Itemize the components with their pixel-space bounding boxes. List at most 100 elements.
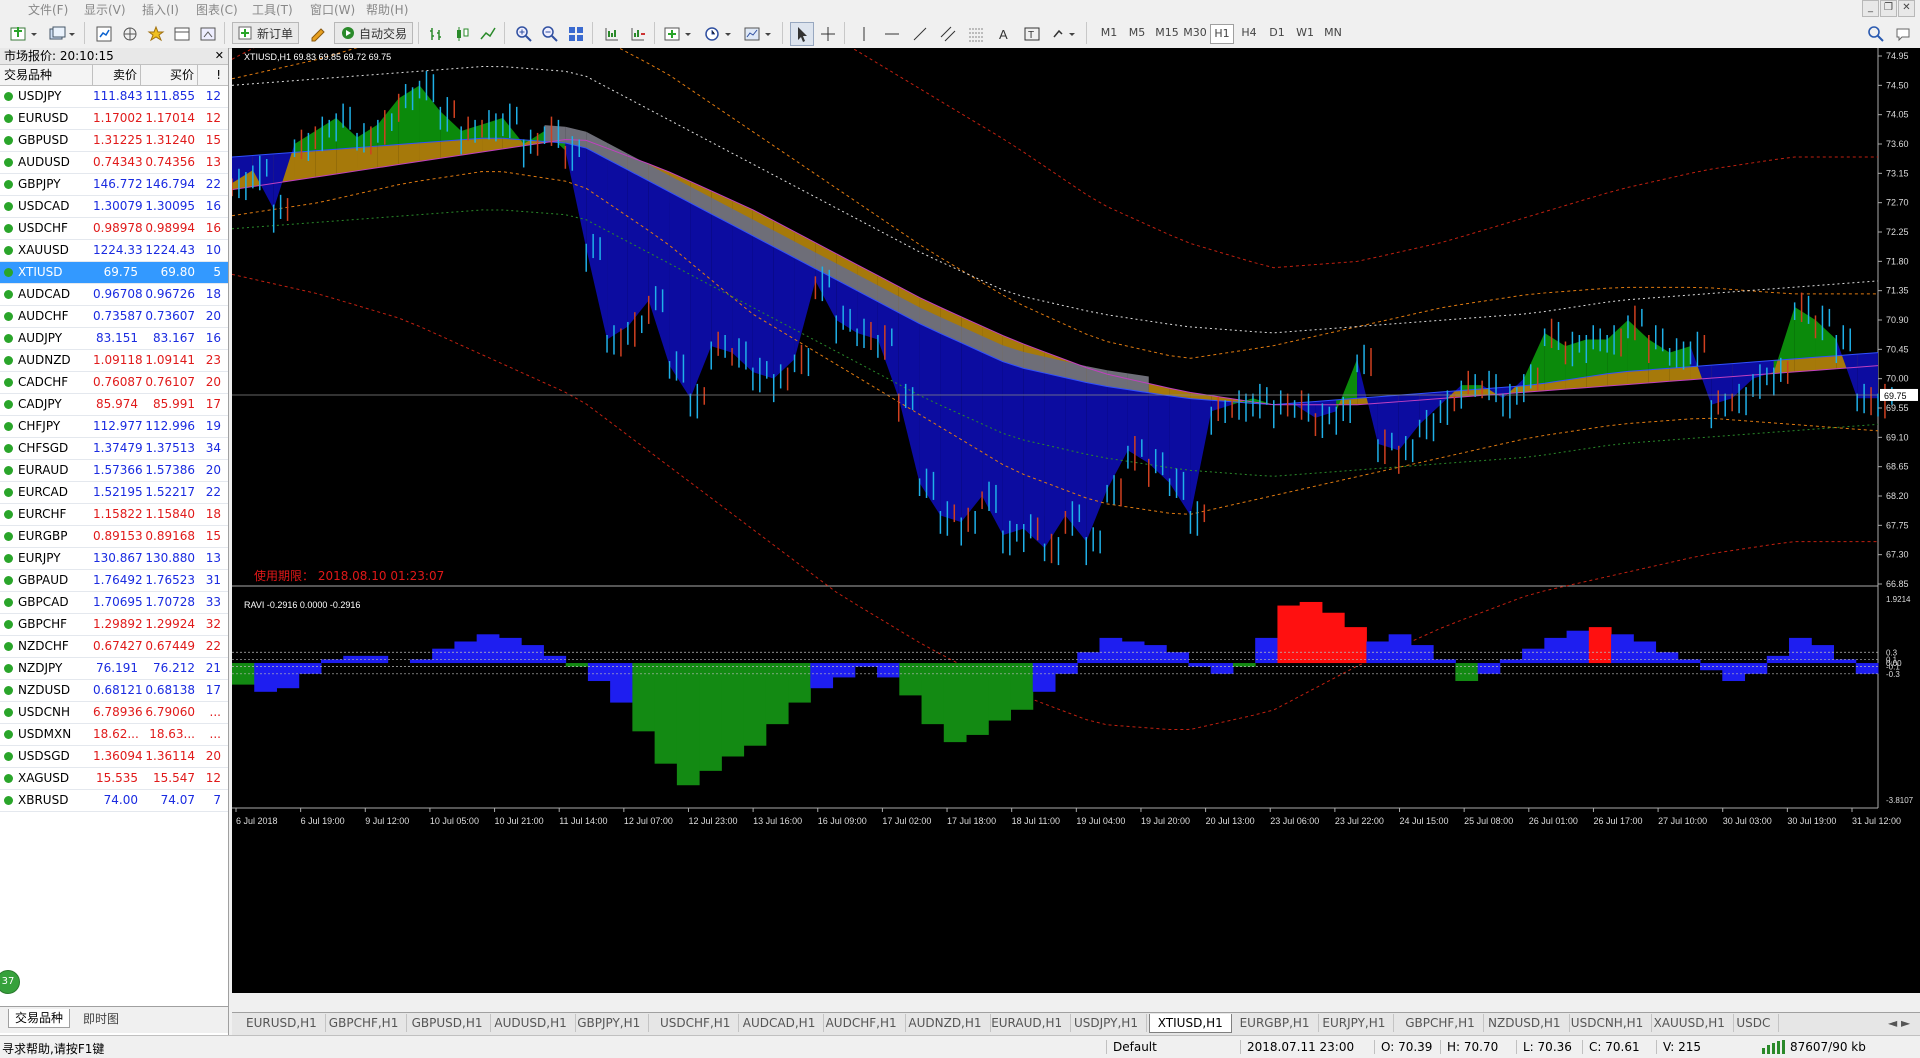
vertical-line-icon[interactable] <box>852 22 876 46</box>
tester-icon[interactable] <box>196 22 220 46</box>
menu-tools[interactable]: 工具(T) <box>252 1 293 18</box>
new-order-button[interactable]: 新订单 <box>232 22 300 44</box>
chart-tab[interactable]: GBPCHF,H1 <box>321 1014 408 1032</box>
chart-tab[interactable]: NZDUSD,H1 <box>1480 1014 1570 1032</box>
market-watch-row[interactable]: USDCHF 0.98978 0.98994 16 <box>0 218 228 240</box>
tf-h4[interactable]: H4 <box>1236 24 1262 42</box>
market-watch-row[interactable]: USDCNH 6.78936 6.79060... <box>0 702 228 724</box>
chart-tab[interactable]: AUDCHF,H1 <box>818 1014 906 1032</box>
market-watch-row[interactable]: EURUSD 1.17002 1.17014 12 <box>0 108 228 130</box>
trendline-icon[interactable] <box>908 22 932 46</box>
market-watch-row[interactable]: AUDUSD 0.74343 0.74356 13 <box>0 152 228 174</box>
market-watch-row[interactable]: CHFJPY 112.977 112.996 19 <box>0 416 228 438</box>
tf-m1[interactable]: M1 <box>1096 24 1122 42</box>
market-watch-row[interactable]: NZDCHF 0.67427 0.67449 22 <box>0 636 228 658</box>
market-watch-row[interactable]: XAGUSD 15.535 15.547 12 <box>0 768 228 790</box>
market-watch-row[interactable]: CADCHF 0.76087 0.76107 20 <box>0 372 228 394</box>
metaeditor-icon[interactable] <box>306 22 330 46</box>
horizontal-line-icon[interactable] <box>880 22 904 46</box>
market-watch-row[interactable]: USDCAD 1.30079 1.30095 16 <box>0 196 228 218</box>
auto-trading-button[interactable]: 自动交易 <box>334 22 414 44</box>
menu-chart[interactable]: 图表(C) <box>196 1 238 18</box>
market-watch-row[interactable]: USDMXN 18.62... 18.63...... <box>0 724 228 746</box>
market-watch-row[interactable]: AUDNZD 1.09118 1.09141 23 <box>0 350 228 372</box>
market-watch-row[interactable]: NZDUSD 0.68121 0.68138 17 <box>0 680 228 702</box>
chart-tab[interactable]: EURJPY,H1 <box>1314 1014 1395 1032</box>
chart-tab[interactable]: XAUUSD,H1 <box>1646 1014 1734 1032</box>
tf-w1[interactable]: W1 <box>1292 24 1318 42</box>
tf-d1[interactable]: D1 <box>1264 24 1290 42</box>
market-watch-row[interactable]: EURAUD 1.57366 1.57386 20 <box>0 460 228 482</box>
chart-window[interactable]: 74.95 74.50 74.05 73.60 73.15 72.70 72.25 71.80… <box>232 48 1920 993</box>
navigator-icon[interactable] <box>118 22 142 46</box>
chart-tab[interactable]: AUDNZD,H1 <box>900 1014 991 1032</box>
chart-tab[interactable]: XTIUSD,H1 <box>1148 1014 1232 1033</box>
auto-scroll-icon[interactable] <box>626 22 650 46</box>
chart-tab[interactable]: USDCHF,H1 <box>652 1014 740 1032</box>
chart-tab[interactable]: GBPUSD,H1 <box>404 1014 492 1032</box>
market-watch-row[interactable]: CADJPY 85.974 85.991 17 <box>0 394 228 416</box>
new-chart-icon[interactable] <box>6 22 42 46</box>
market-watch-row[interactable]: USDJPY 111.843 111.855 12 <box>0 86 228 108</box>
line-chart-icon[interactable] <box>476 22 500 46</box>
market-watch-row[interactable]: GBPJPY 146.772 146.794 22 <box>0 174 228 196</box>
col-bid[interactable]: 卖价 <box>93 65 141 85</box>
market-watch-row[interactable]: GBPAUD 1.76492 1.76523 31 <box>0 570 228 592</box>
tab-symbols[interactable]: 交易品种 <box>8 1009 71 1028</box>
market-watch-row[interactable]: NZDJPY 76.191 76.212 21 <box>0 658 228 680</box>
market-watch-row[interactable]: EURGBP 0.89153 0.89168 15 <box>0 526 228 548</box>
market-watch-row[interactable]: AUDJPY 83.151 83.167 16 <box>0 328 228 350</box>
tf-m15[interactable]: M15 <box>1152 24 1182 42</box>
favorites-icon[interactable] <box>144 22 168 46</box>
chart-tab[interactable]: EURUSD,H1 <box>238 1014 326 1032</box>
chart-shift-icon[interactable] <box>600 22 624 46</box>
menu-file[interactable]: 文件(F) <box>28 1 68 18</box>
zoom-in-icon[interactable] <box>512 22 536 46</box>
market-watch-row[interactable]: XAUUSD 1224.33 1224.43 10 <box>0 240 228 262</box>
tf-h1[interactable]: H1 <box>1210 24 1234 44</box>
menu-window[interactable]: 窗口(W) <box>310 1 355 18</box>
chart-tab[interactable]: AUDCAD,H1 <box>735 1014 825 1032</box>
zoom-out-icon[interactable] <box>538 22 562 46</box>
arrows-icon[interactable] <box>1048 22 1080 46</box>
market-watch-row[interactable]: EURCAD 1.52195 1.52217 22 <box>0 482 228 504</box>
bar-chart-icon[interactable] <box>424 22 448 46</box>
col-symbol[interactable]: 交易品种 <box>0 65 93 85</box>
market-watch-row[interactable]: AUDCAD 0.96708 0.96726 18 <box>0 284 228 306</box>
restore-icon[interactable]: ❐ <box>1880 0 1897 17</box>
chart-tab[interactable]: EURAUD,H1 <box>983 1014 1072 1032</box>
tab-scroll-icon[interactable]: ◄ ► <box>1880 1014 1919 1032</box>
fibonacci-icon[interactable] <box>964 22 988 46</box>
chart-tab[interactable]: USDC <box>1728 1014 1780 1032</box>
market-watch-row[interactable]: AUDCHF 0.73587 0.73607 20 <box>0 306 228 328</box>
market-watch-icon[interactable] <box>92 22 116 46</box>
tf-mn[interactable]: MN <box>1320 24 1346 42</box>
tab-tick-chart[interactable]: 即时图 <box>76 1009 126 1029</box>
market-watch-row[interactable]: XBRUSD 74.00 74.07 7 <box>0 790 228 812</box>
chat-icon[interactable] <box>1892 22 1916 46</box>
terminal-icon[interactable] <box>170 22 194 46</box>
market-watch-row[interactable]: GBPCAD 1.70695 1.70728 33 <box>0 592 228 614</box>
chart-tab[interactable]: USDJPY,H1 <box>1066 1014 1147 1032</box>
market-watch-row[interactable]: USDSGD 1.36094 1.36114 20 <box>0 746 228 768</box>
chart-tab[interactable]: EURGBP,H1 <box>1232 1014 1319 1032</box>
periods-icon[interactable] <box>700 22 736 46</box>
close-icon[interactable]: ✕ <box>1898 0 1915 17</box>
tf-m30[interactable]: M30 <box>1180 24 1210 42</box>
close-panel-icon[interactable]: ✕ <box>215 48 224 64</box>
chart-tab[interactable]: GBPCHF,H1 <box>1397 1014 1484 1032</box>
menu-view[interactable]: 显示(V) <box>84 1 126 18</box>
search-icon[interactable] <box>1864 22 1888 46</box>
col-ask[interactable]: 买价 <box>141 65 198 85</box>
menu-insert[interactable]: 插入(I) <box>142 1 179 18</box>
cursor-icon[interactable] <box>790 22 814 46</box>
menu-help[interactable]: 帮助(H) <box>366 1 408 18</box>
tile-windows-icon[interactable] <box>564 22 588 46</box>
text-icon[interactable]: A <box>992 22 1016 46</box>
templates-icon[interactable] <box>740 22 776 46</box>
market-watch-row[interactable]: XTIUSD 69.75 69.80 5 <box>0 262 228 284</box>
tf-m5[interactable]: M5 <box>1124 24 1150 42</box>
market-watch-row[interactable]: CHFSGD 1.37479 1.37513 34 <box>0 438 228 460</box>
price-chart[interactable]: 74.95 74.50 74.05 73.60 73.15 72.70 72.25 71.80… <box>232 48 1920 993</box>
chart-tab[interactable]: USDCNH,H1 <box>1563 1014 1653 1032</box>
